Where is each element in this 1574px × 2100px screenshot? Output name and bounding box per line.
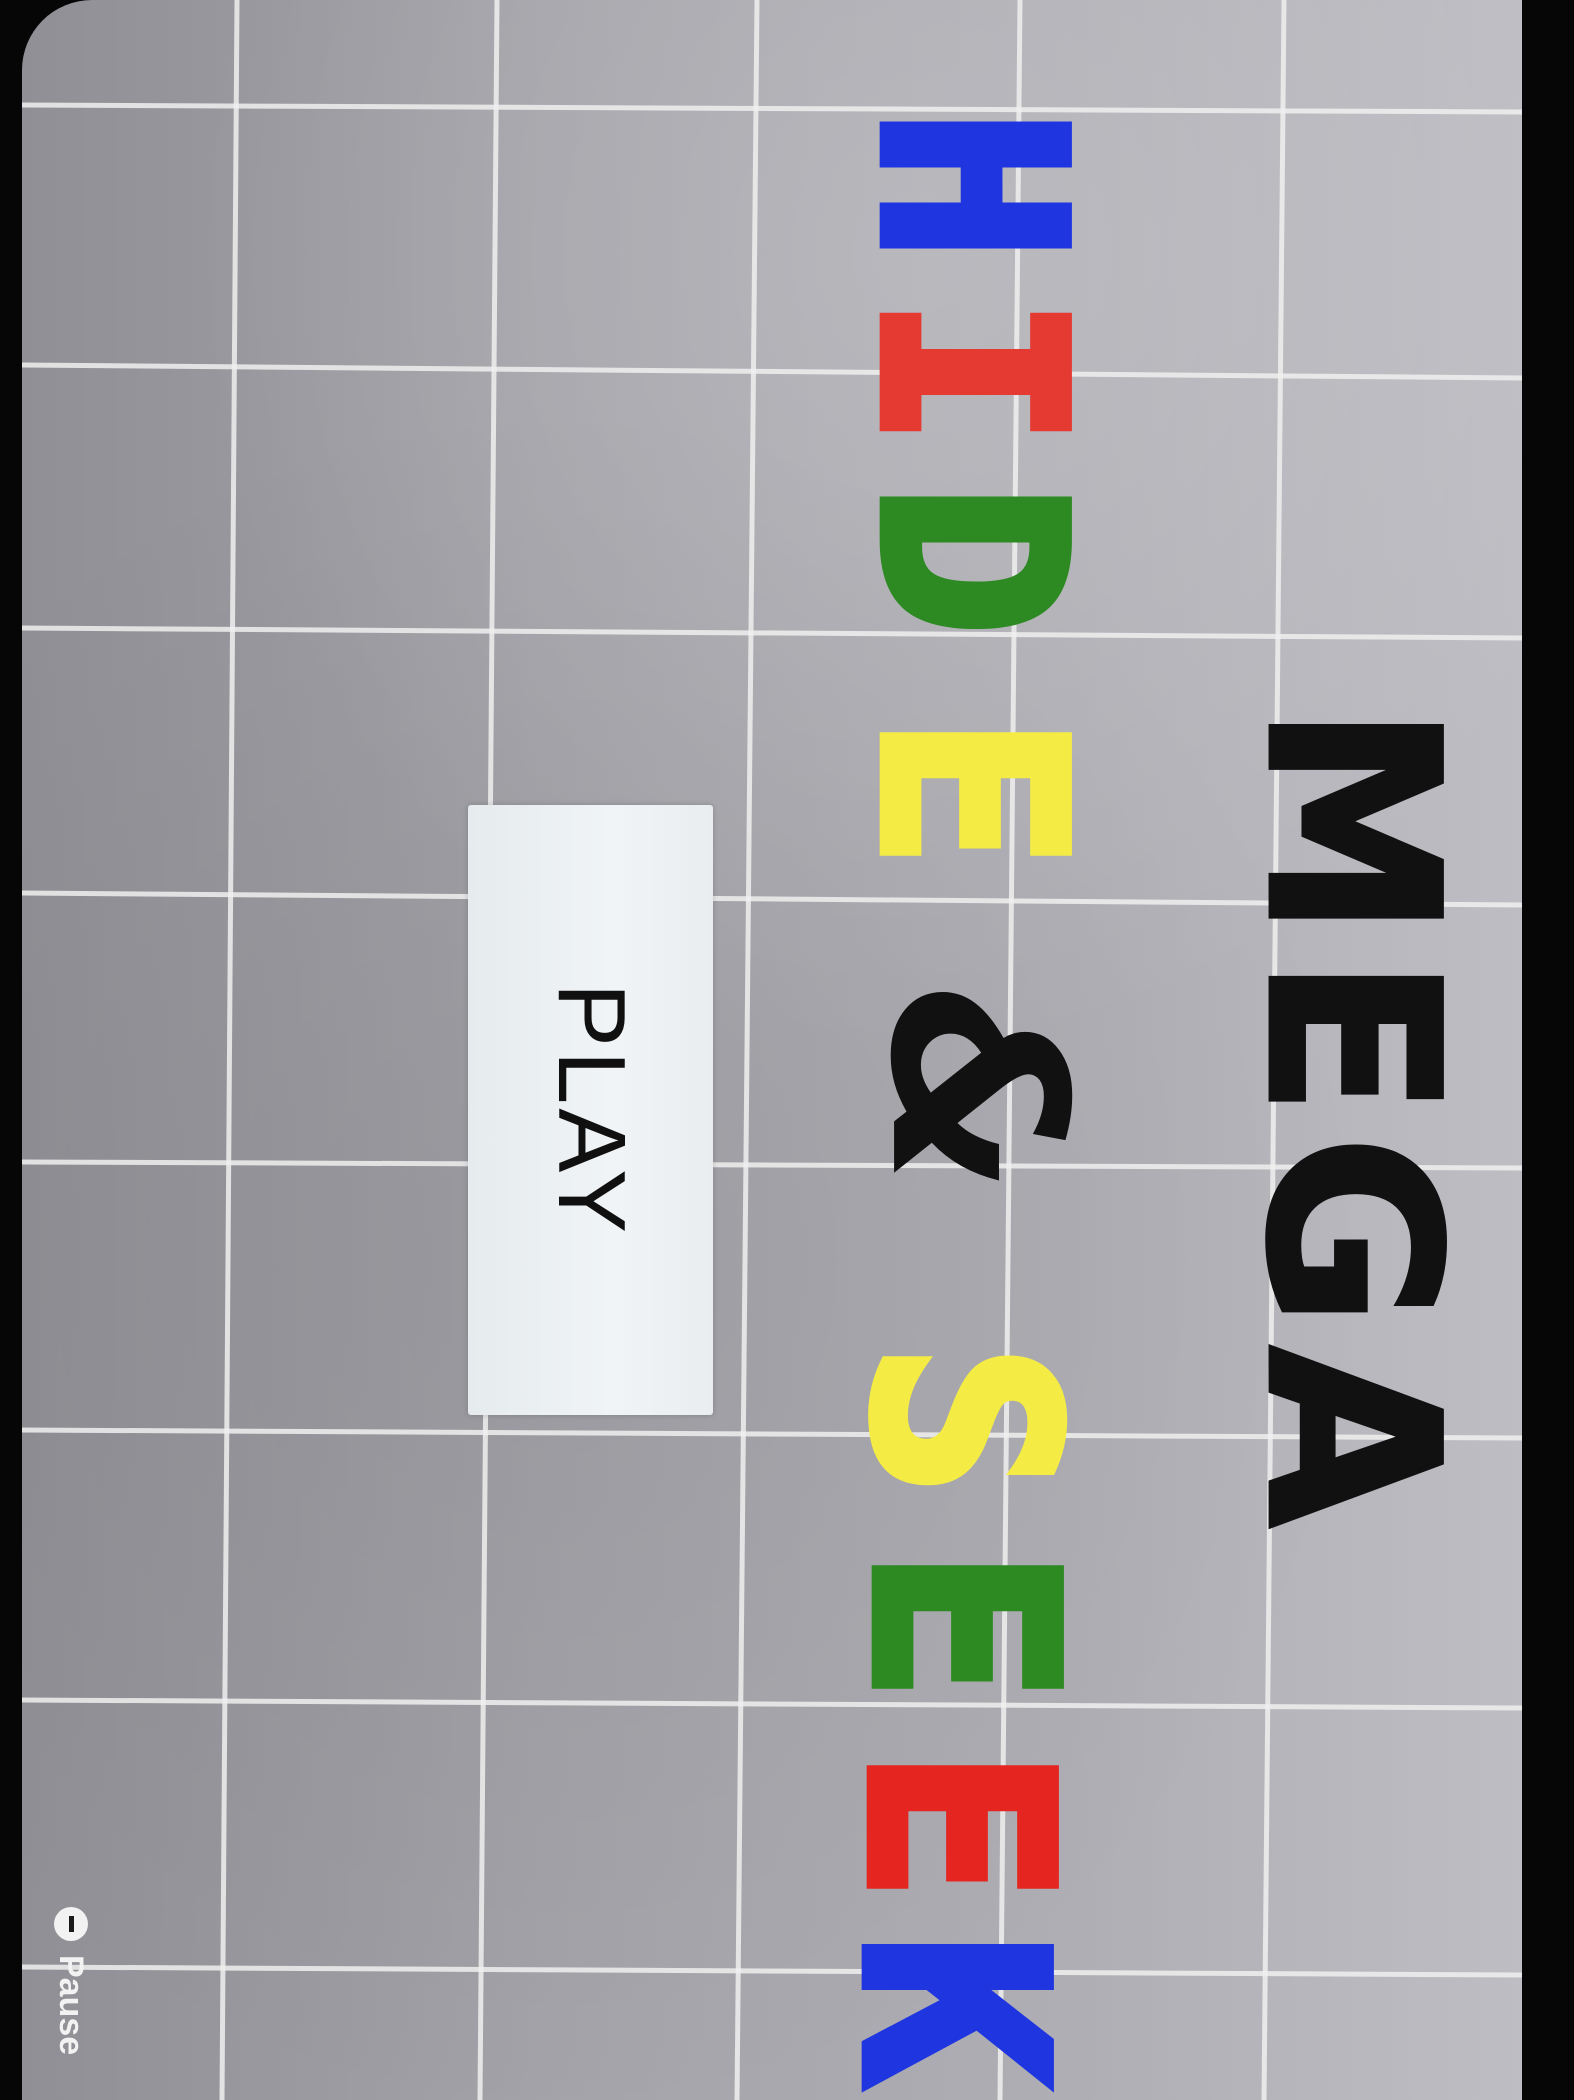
title-letter-s: S — [818, 1345, 1109, 1496]
title-seek: S E E K — [803, 1340, 1114, 2091]
title-letter-d: D — [826, 485, 1117, 636]
pause-indicator[interactable]: Pause — [46, 1895, 106, 2100]
pause-circle-icon — [54, 1907, 88, 1941]
title-letter-e3: E — [813, 1750, 1104, 1901]
title-letter-k: K — [808, 1935, 1099, 2086]
play-button-label: PLAY — [537, 982, 645, 1238]
game-title: MEGA H I D E & S E E K — [803, 105, 1490, 2091]
title-letter-i: I — [826, 297, 1117, 448]
title-hide: H I D E — [821, 105, 1122, 873]
play-button[interactable]: PLAY — [468, 805, 713, 1415]
title-mega: MEGA — [1213, 702, 1490, 1547]
title-letter-e2: E — [818, 1550, 1109, 1701]
title-ampersand: & — [837, 985, 1117, 1194]
title-letter-e: E — [826, 717, 1117, 868]
title-ampersand-text: & — [837, 985, 1117, 1194]
title-letter-h: H — [826, 110, 1117, 261]
pause-label: Pause — [52, 1955, 90, 2056]
title-mega-text: MEGA — [1215, 704, 1488, 1545]
device-photo: MEGA H I D E & S E E K PLAY Pause — [0, 0, 1574, 2100]
